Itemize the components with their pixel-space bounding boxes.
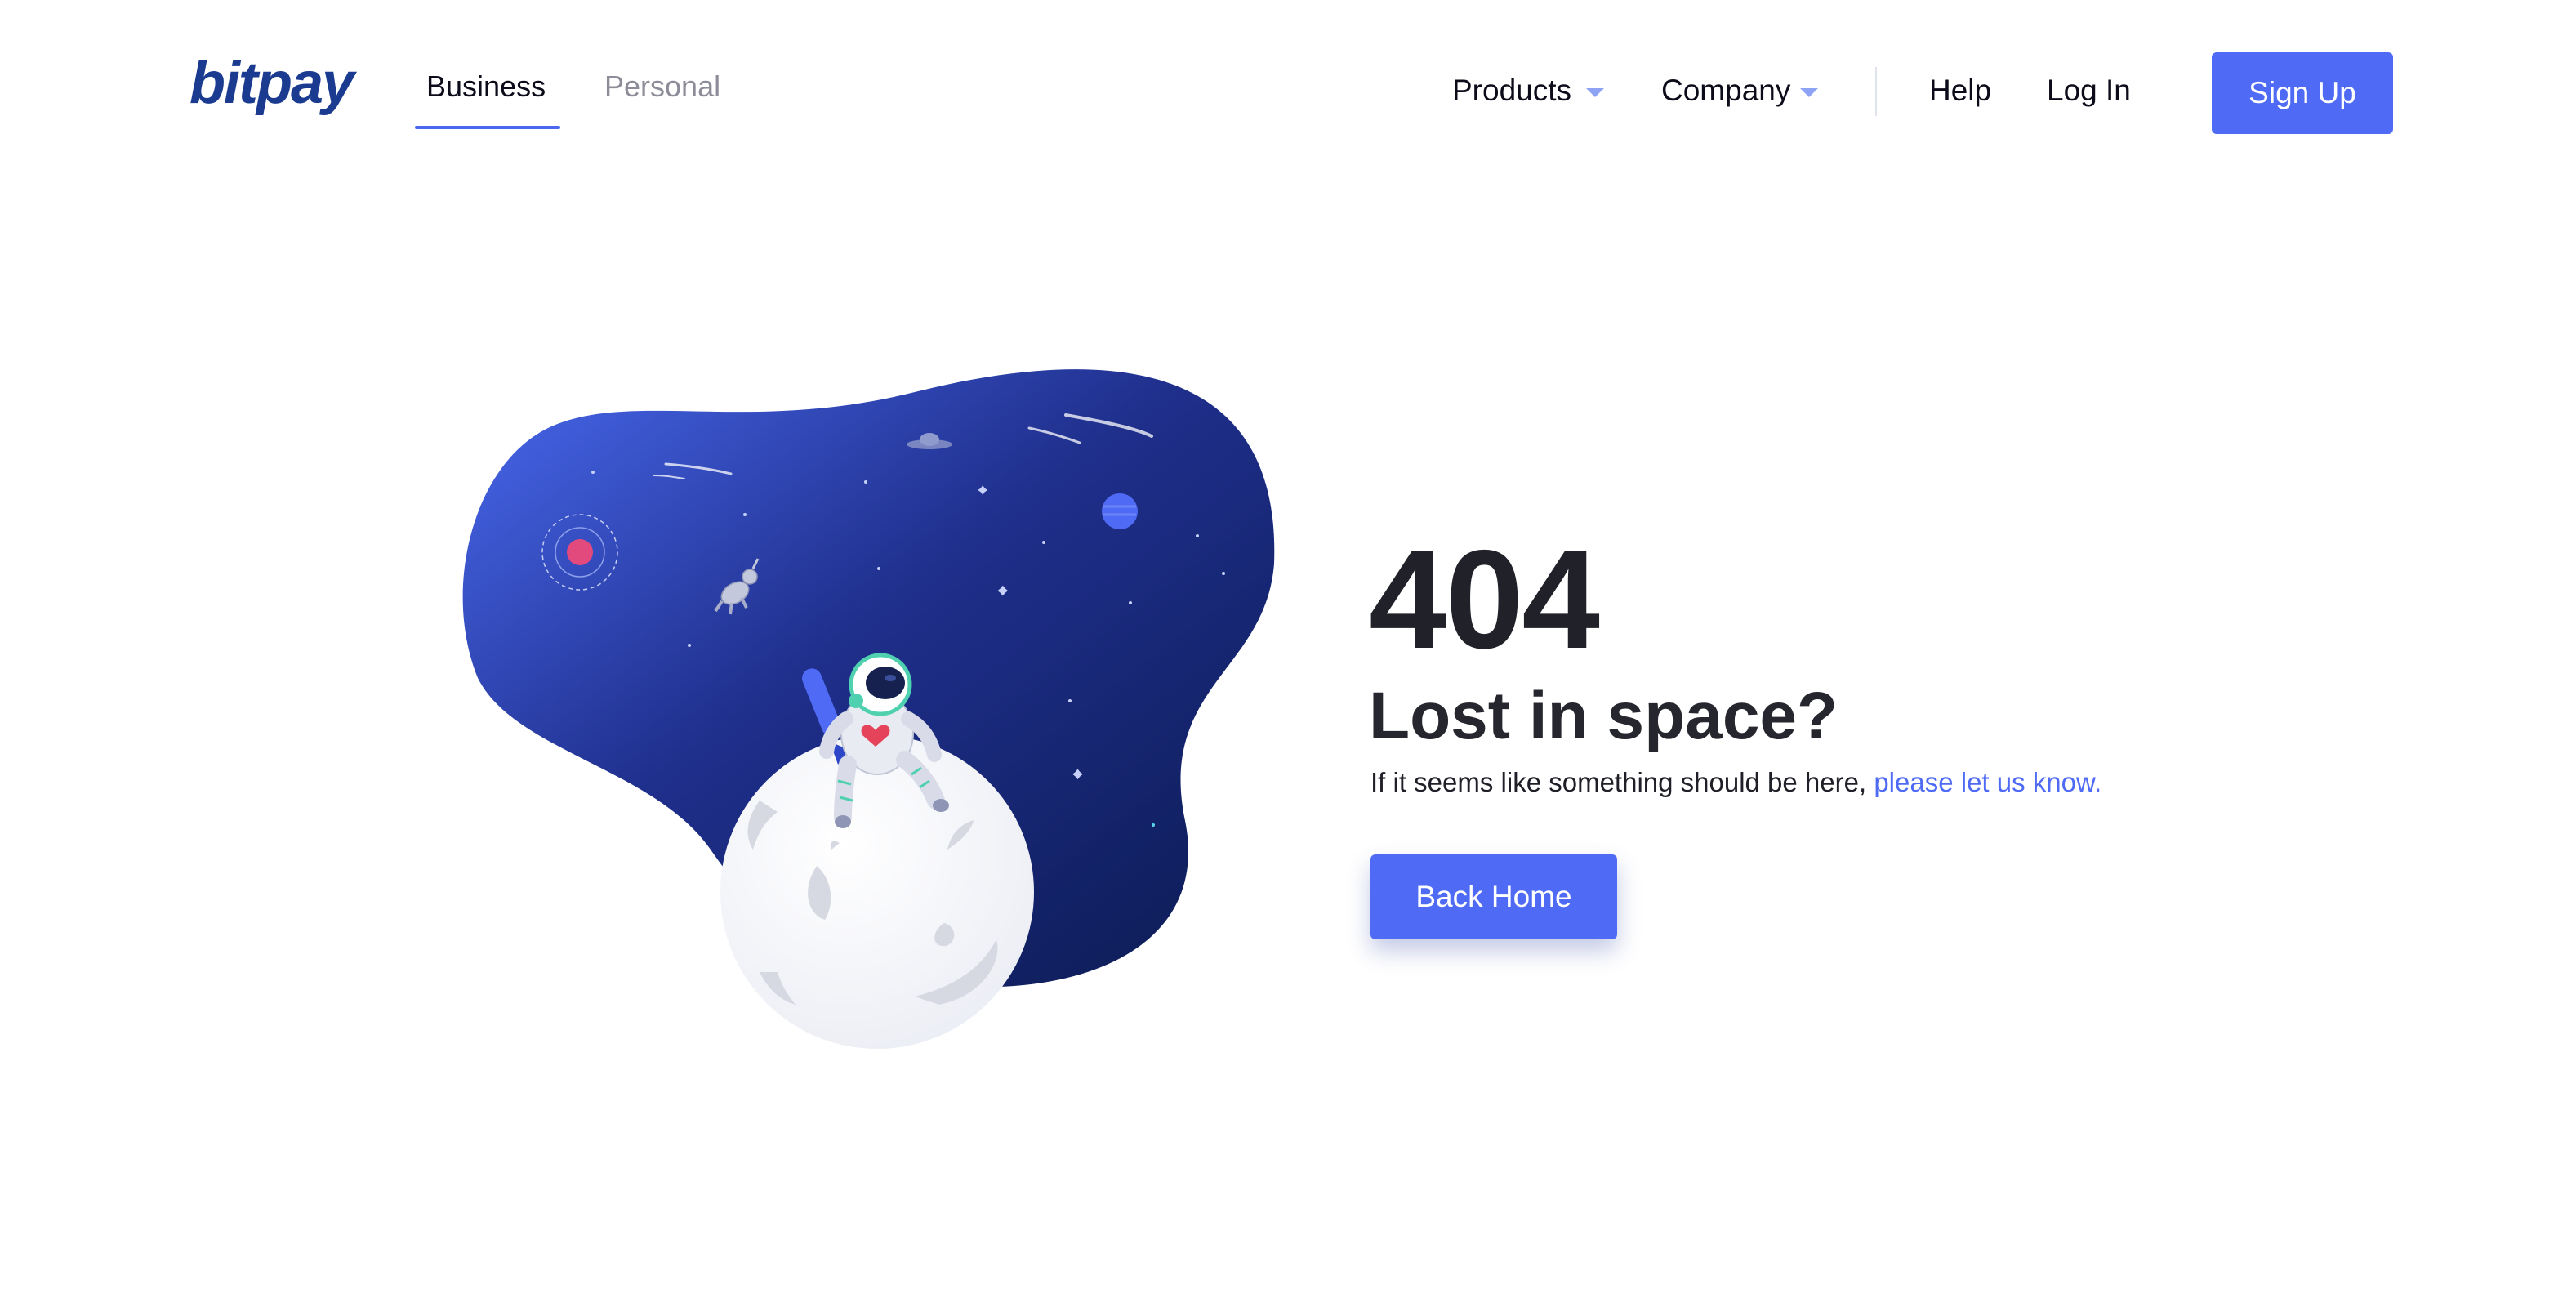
chevron-down-icon[interactable] xyxy=(1800,88,1818,97)
moon-icon xyxy=(720,735,1034,1049)
lost-in-space-illustration xyxy=(462,369,1275,1049)
error-message: If it seems like something should be her… xyxy=(1370,766,2101,799)
tab-business[interactable]: Business xyxy=(426,72,546,101)
chevron-down-icon[interactable] xyxy=(1586,88,1604,97)
planet-icon xyxy=(1102,493,1138,529)
active-tab-indicator xyxy=(415,126,560,129)
error-code: 404 xyxy=(1369,521,1600,678)
error-message-text: If it seems like something should be her… xyxy=(1370,767,1874,797)
nav-divider xyxy=(1875,67,1877,116)
contact-link[interactable]: please let us know. xyxy=(1874,767,2101,797)
bitpay-logo[interactable]: bitpay xyxy=(189,54,354,113)
nav-company[interactable]: Company xyxy=(1661,75,1790,105)
nav-login[interactable]: Log In xyxy=(2047,75,2131,105)
nav-products[interactable]: Products xyxy=(1452,75,1571,105)
sign-up-button[interactable]: Sign Up xyxy=(2212,52,2393,134)
nav-help[interactable]: Help xyxy=(1929,75,1991,105)
tab-personal[interactable]: Personal xyxy=(604,72,720,101)
back-home-button[interactable]: Back Home xyxy=(1370,854,1617,939)
site-header: bitpay Business Personal Products Compan… xyxy=(0,0,2576,139)
page-title: Lost in space? xyxy=(1369,679,1838,753)
